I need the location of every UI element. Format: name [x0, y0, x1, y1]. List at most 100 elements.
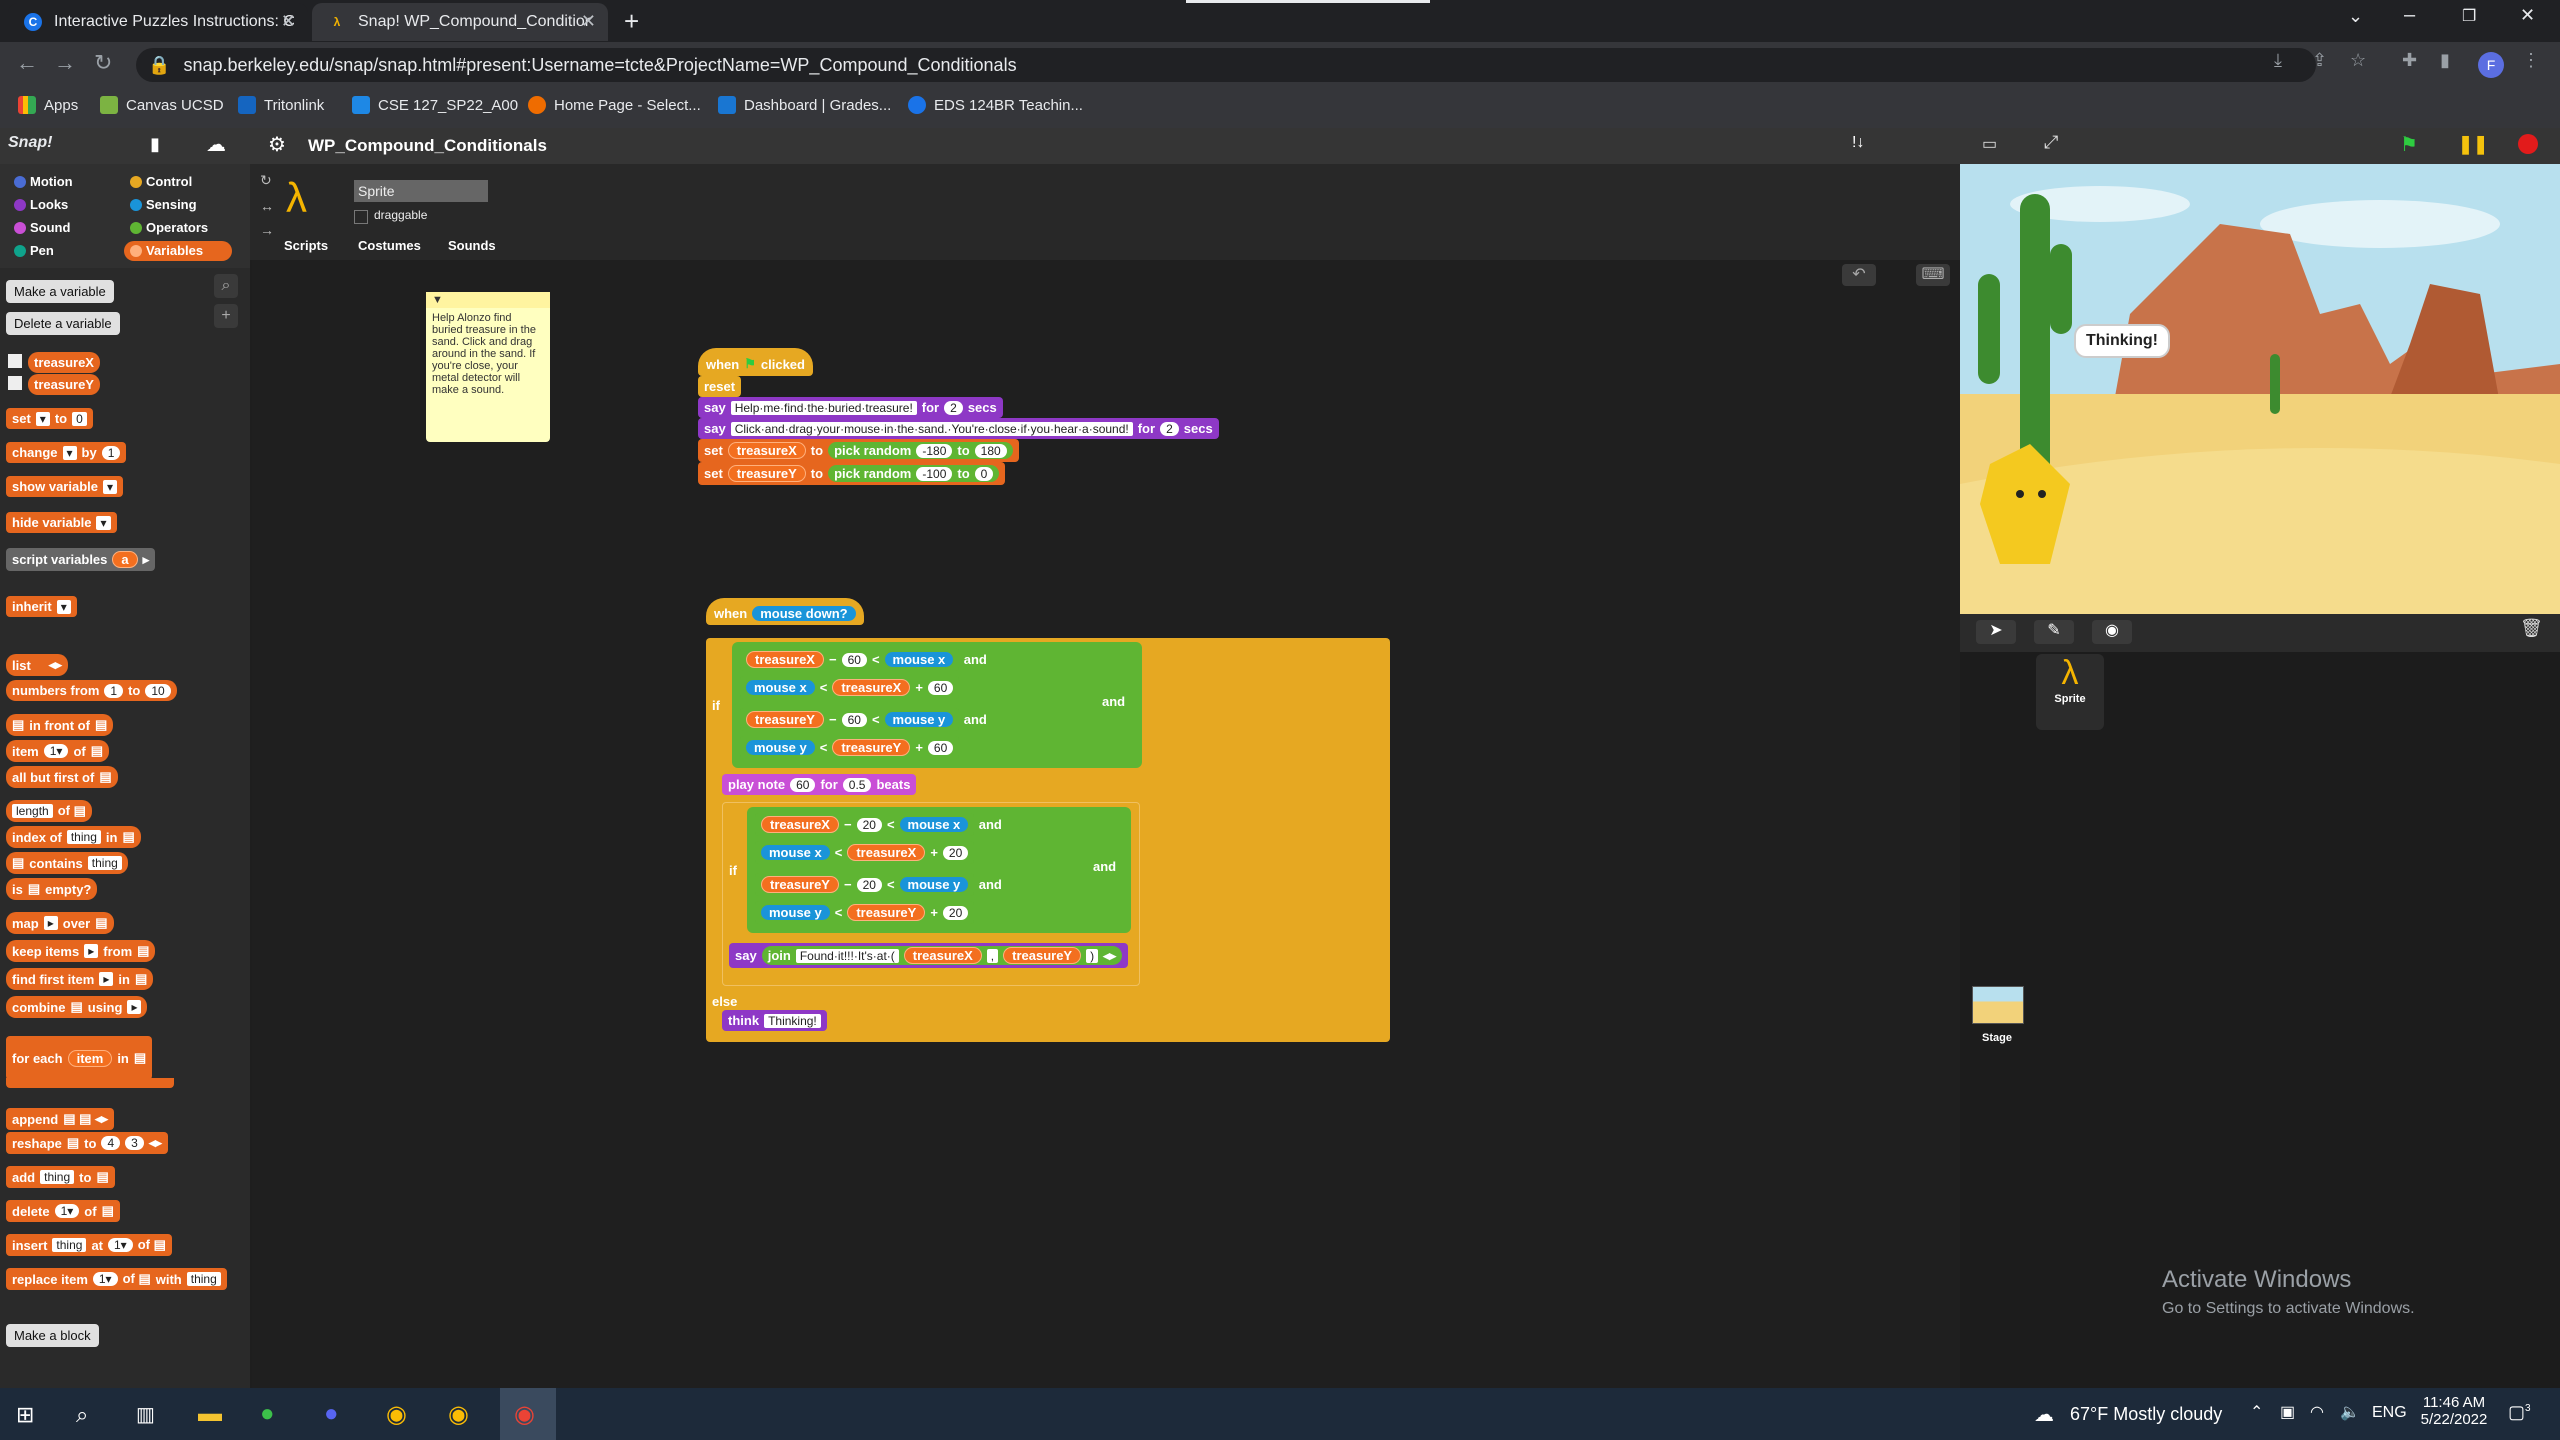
block-keep-items[interactable]: keep items ▸ from ▤	[6, 940, 156, 962]
if-else-block[interactable]: if and treasureX −60 < mouse x and mouse x <…	[706, 638, 1390, 1042]
fullscreen-icon[interactable]: ⤢	[2044, 132, 2058, 153]
block-find-first[interactable]: find first item ▸ in ▤	[6, 968, 154, 990]
new-tab-button[interactable]: +	[624, 6, 639, 37]
tab-instructions[interactable]: C Interactive Puzzles Instructions: C ✕	[8, 3, 308, 41]
profile-avatar[interactable]: F	[2478, 52, 2504, 78]
comment-collapse-icon[interactable]: ▼	[426, 292, 550, 308]
minimize-icon[interactable]: –	[2404, 4, 2415, 27]
normal-stage-icon[interactable]: ▭	[1982, 134, 1997, 154]
block-change[interactable]: change ▾ by 1	[6, 442, 127, 463]
chrome-icon[interactable]: ◉	[386, 1400, 407, 1429]
bookmark-dashboard[interactable]: Dashboard | Grades...	[718, 96, 891, 114]
bookmark-eds[interactable]: EDS 124BR Teachin...	[908, 96, 1083, 114]
back-icon[interactable]: ←	[16, 50, 38, 76]
cond-row-3[interactable]: treasureY −60 < mouse y and	[740, 708, 987, 731]
cond-row-2[interactable]: mouse x < treasureX +20	[755, 841, 975, 864]
close-tab-icon[interactable]: ✕	[581, 11, 596, 32]
block-delete[interactable]: delete 1▾ of ▤	[6, 1200, 120, 1222]
paint-brush-icon[interactable]: ✎	[2034, 620, 2074, 644]
stage[interactable]: Thinking!	[1960, 164, 2560, 614]
stage-size-icon[interactable]: !↓	[1852, 134, 1864, 152]
bookmark-home[interactable]: Home Page - Select...	[528, 96, 701, 114]
cond-row-2[interactable]: mouse x < treasureX +60	[740, 676, 960, 699]
block-set[interactable]: set ▾ to 0	[6, 408, 93, 429]
block-show-variable[interactable]: show variable ▾	[6, 476, 124, 497]
language-indicator[interactable]: ENG	[2372, 1404, 2407, 1422]
turtle-arrow-icon[interactable]: ➤	[1976, 620, 2016, 644]
checkbox[interactable]	[8, 354, 22, 368]
bookmark-cse127[interactable]: CSE 127_SP22_A00	[352, 96, 518, 114]
address-bar[interactable]: 🔒 snap.berkeley.edu/snap/snap.html#prese…	[136, 48, 2316, 82]
scripts-area[interactable]: ↶ ⌨ ▼ Help Alonzo find buried treasure i…	[252, 260, 1960, 1388]
category-motion[interactable]: Motion	[8, 172, 116, 192]
restore-icon[interactable]: ❐	[2462, 6, 2476, 26]
block-say-help[interactable]: say Help·me·find·the·buried·treasure! for 2…	[698, 397, 1003, 418]
delete-variable-button[interactable]: Delete a variable	[6, 312, 120, 335]
category-variables[interactable]: Variables	[124, 241, 232, 261]
horizontal-icon[interactable]: ↔	[260, 198, 274, 214]
file-icon[interactable]: ▮	[150, 134, 160, 155]
task-view-icon[interactable]: ▥	[136, 1402, 155, 1427]
block-play-note[interactable]: play note 60 for 0.5 beats	[722, 774, 917, 795]
stage-icon-tile[interactable]: Stage	[1972, 986, 2024, 1044]
block-numbers-from[interactable]: numbers from 1 to 10	[6, 680, 177, 701]
cond-row-1[interactable]: treasureX −60 < mouse x and	[740, 648, 987, 671]
category-sensing[interactable]: Sensing	[124, 195, 232, 215]
block-script-variables[interactable]: script variables a ▸	[6, 548, 156, 571]
tab-search-icon[interactable]: ⌄	[2348, 6, 2363, 27]
tab-sounds[interactable]: Sounds	[448, 238, 496, 253]
windows-start-icon[interactable]: ⊞	[16, 1402, 34, 1428]
checkbox[interactable]	[8, 376, 22, 390]
clock[interactable]: 11:46 AM 5/22/2022	[2418, 1394, 2490, 1428]
bookmark-apps[interactable]: Apps	[18, 96, 78, 114]
close-window-icon[interactable]: ✕	[2520, 5, 2535, 26]
tab-snap[interactable]: λ Snap! WP_Compound_Condition ✕	[312, 3, 608, 41]
sprite-name-field[interactable]: Sprite	[354, 180, 488, 202]
block-insert[interactable]: insert thing at 1▾ of ▤	[6, 1234, 172, 1256]
block-reset[interactable]: reset	[698, 376, 742, 397]
block-think[interactable]: think Thinking!	[722, 1010, 827, 1031]
no-rotate-icon[interactable]: →	[260, 222, 274, 238]
wechat-icon[interactable]: ●	[260, 1400, 275, 1428]
network-icon[interactable]: ▣	[2280, 1402, 2295, 1422]
settings-gear-icon[interactable]: ⚙	[268, 132, 286, 157]
notification-icon[interactable]: ▢3	[2508, 1402, 2531, 1423]
file-explorer-icon[interactable]: ▬	[198, 1400, 222, 1428]
keyboard-icon[interactable]: ⌨	[1916, 264, 1950, 286]
volume-icon[interactable]: 🔈	[2340, 1402, 2360, 1422]
block-all-but-first[interactable]: all but first of ▤	[6, 766, 118, 788]
category-sound[interactable]: Sound	[8, 218, 116, 238]
share-icon[interactable]: ⇪	[2312, 50, 2327, 71]
block-map[interactable]: map ▸ over ▤	[6, 912, 114, 934]
block-append[interactable]: append ▤ ▤ ◂▸	[6, 1108, 115, 1130]
pause-icon[interactable]: ❚❚	[2458, 134, 2488, 155]
add-icon[interactable]: +	[214, 304, 238, 328]
chrome-icon[interactable]: ◉	[448, 1400, 469, 1429]
weather-text[interactable]: 67°F Mostly cloudy	[2070, 1404, 2222, 1425]
search-icon[interactable]: ⌕	[76, 1402, 88, 1428]
tab-costumes[interactable]: Costumes	[358, 238, 421, 253]
block-say-click[interactable]: say Click·and·drag·your·mouse·in·the·sand…	[698, 418, 1219, 439]
green-flag-icon[interactable]: ⚑	[2400, 132, 2418, 157]
close-tab-icon[interactable]: ✕	[281, 11, 296, 32]
rotate-icon[interactable]: ↻	[260, 172, 272, 189]
bookmark-tritonlink[interactable]: Tritonlink	[238, 96, 324, 114]
block-set-treasurex[interactable]: set treasureX to pick random -180 to 180	[698, 439, 1019, 462]
menu-icon[interactable]: ⋮	[2522, 50, 2540, 71]
block-is-empty[interactable]: is ▤ empty?	[6, 878, 98, 900]
draggable-checkbox[interactable]	[354, 210, 368, 224]
undo-icon[interactable]: ↶	[1842, 264, 1876, 286]
comment-note[interactable]: ▼ Help Alonzo find buried treasure in th…	[426, 292, 550, 442]
outer-and-condition[interactable]: and treasureX −60 < mouse x and mouse x < tre…	[732, 642, 1142, 768]
category-operators[interactable]: Operators	[124, 218, 232, 238]
hat-when-mouse-down[interactable]: when mouse down?	[706, 598, 864, 625]
block-item-of[interactable]: item 1▾ of ▤	[6, 740, 110, 762]
cond-row-1[interactable]: treasureX −20 < mouse x and	[755, 813, 1002, 836]
script-when-mouse-down[interactable]: when mouse down?	[706, 598, 864, 625]
search-icon[interactable]: ⌕	[214, 274, 238, 298]
bookmark-canvas[interactable]: Canvas UCSD	[100, 96, 224, 114]
cloud-icon[interactable]: ☁	[206, 132, 226, 157]
cond-row-4[interactable]: mouse y < treasureY +20	[755, 901, 975, 924]
trash-icon[interactable]: 🗑	[2520, 618, 2543, 639]
block-index-of[interactable]: index of thing in ▤	[6, 826, 141, 848]
